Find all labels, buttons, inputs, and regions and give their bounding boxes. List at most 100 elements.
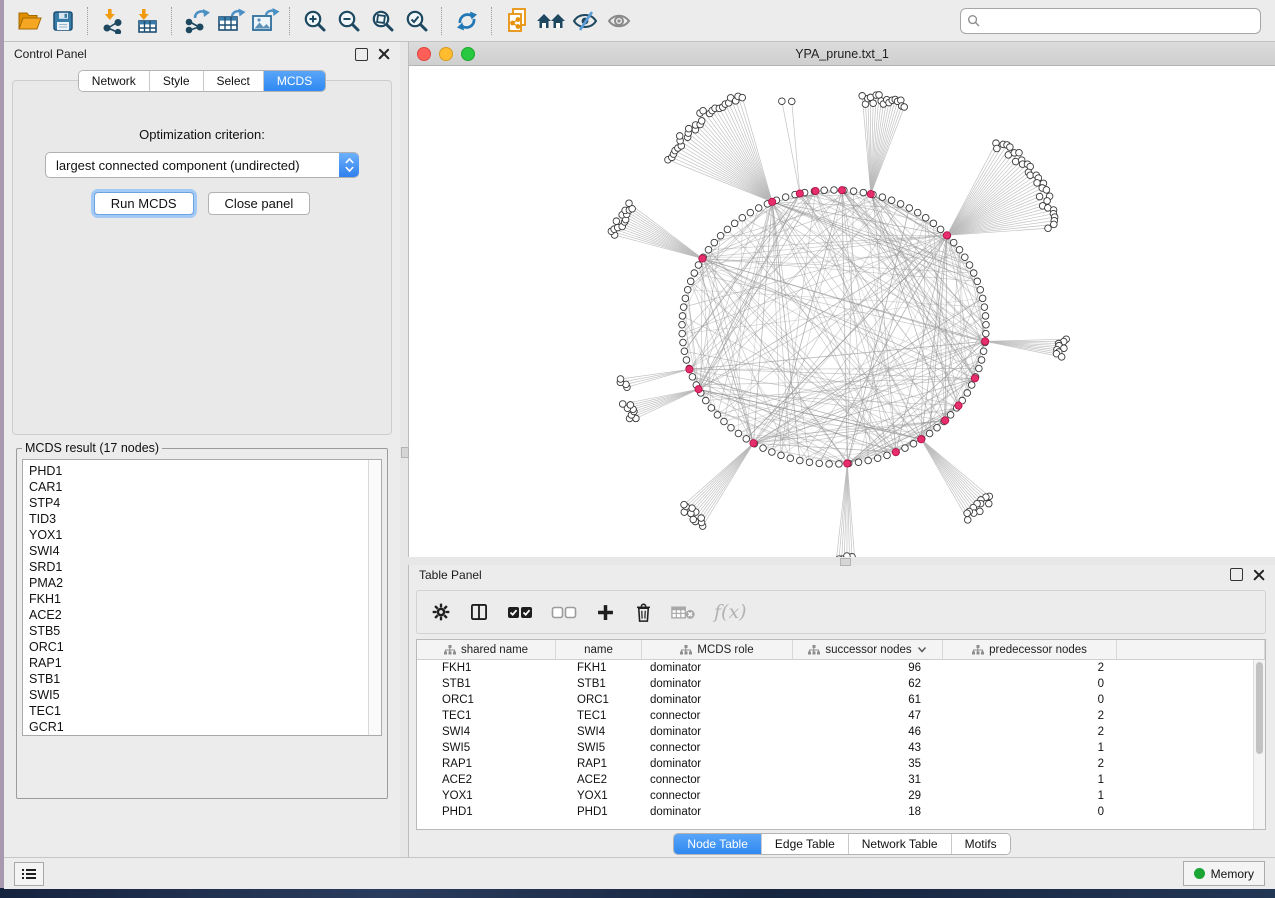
splitter-grip[interactable] [840,558,851,566]
graph-node[interactable] [728,424,735,431]
graph-node[interactable] [782,194,789,201]
mcds-result-item[interactable]: STP4 [29,495,381,511]
graph-node[interactable] [626,200,633,207]
graph-node[interactable] [683,357,690,364]
graph-node[interactable] [826,461,833,468]
graph-node[interactable] [680,304,687,311]
graph-node[interactable] [613,218,620,225]
graph-node-mcds[interactable] [892,449,899,456]
tab-edge-table[interactable]: Edge Table [762,834,849,854]
node-table[interactable]: shared namenameMCDS rolesuccessor nodesp… [416,639,1266,830]
graph-node[interactable] [743,436,750,443]
first-neighbors-icon[interactable] [534,5,568,37]
graph-node[interactable] [934,424,941,431]
graph-node[interactable] [977,286,984,293]
export-image-icon[interactable] [248,5,282,37]
graph-node[interactable] [906,205,913,212]
float-panel-icon[interactable] [355,48,368,61]
graph-node[interactable] [806,459,813,466]
graph-node[interactable] [884,452,891,459]
tab-network[interactable]: Network [79,71,150,91]
zoom-in-icon[interactable] [298,5,332,37]
export-table-icon[interactable] [214,5,248,37]
graph-node[interactable] [698,515,705,522]
graph-node[interactable] [836,461,843,468]
hide-selected-eye-slash-icon[interactable] [568,5,602,37]
graph-node[interactable] [879,194,886,201]
network-graph[interactable] [409,66,1275,557]
open-session-icon[interactable] [12,5,46,37]
close-panel-button[interactable]: Close panel [208,192,311,215]
mcds-result-item[interactable]: STB5 [29,623,381,639]
mcds-result-item[interactable]: RAP1 [29,655,381,671]
deselect-all-icon[interactable] [551,604,577,620]
graph-node-mcds[interactable] [796,190,803,197]
graph-node[interactable] [714,412,721,419]
graph-node[interactable] [1036,193,1043,200]
graph-node[interactable] [855,459,862,466]
graph-node[interactable] [679,321,686,328]
graph-node-mcds[interactable] [867,190,874,197]
graph-node[interactable] [778,452,785,459]
graph-node[interactable] [708,405,715,412]
mcds-result-item[interactable]: SWI4 [29,543,381,559]
graph-node[interactable] [978,357,985,364]
graph-node-mcds[interactable] [686,366,693,373]
graph-node[interactable] [876,92,883,99]
splitter-grip[interactable] [401,447,409,458]
table-scrollbar[interactable] [1253,660,1265,829]
network-canvas[interactable] [409,66,1275,557]
graph-node[interactable] [983,321,990,328]
graph-node-mcds[interactable] [844,460,851,467]
memory-button[interactable]: Memory [1183,861,1265,886]
graph-node[interactable] [724,226,731,233]
zoom-selected-icon[interactable] [400,5,434,37]
graph-node[interactable] [962,254,969,261]
import-network-icon[interactable] [96,5,130,37]
graph-node[interactable] [821,187,828,194]
graph-node[interactable] [874,455,881,462]
export-network-icon[interactable] [180,5,214,37]
graph-node[interactable] [689,505,696,512]
graph-node[interactable] [968,382,975,389]
graph-node[interactable] [797,457,804,464]
graph-node-mcds[interactable] [982,338,989,345]
mcds-result-item[interactable]: TID3 [29,511,381,527]
table-row[interactable]: STB1STB1dominator620 [417,676,1265,692]
column-header-successor-nodes[interactable]: successor nodes [793,640,943,659]
graph-node[interactable] [901,104,908,111]
graph-node[interactable] [956,246,963,253]
table-row[interactable]: FKH1FKH1dominator962 [417,660,1265,676]
run-mcds-button[interactable]: Run MCDS [94,192,194,215]
close-panel-icon[interactable] [378,48,390,60]
graph-node[interactable] [1051,221,1058,228]
table-row[interactable]: ORC1ORC1dominator610 [417,692,1265,708]
graph-node[interactable] [717,232,724,239]
column-header-shared-name[interactable]: shared name [417,640,556,659]
clone-network-icon[interactable] [500,5,534,37]
graph-node[interactable] [695,262,702,269]
graph-node[interactable] [687,278,694,285]
graph-node[interactable] [1034,180,1041,187]
import-table-icon[interactable] [130,5,164,37]
graph-node[interactable] [926,430,933,437]
graph-node[interactable] [685,125,692,132]
graph-node[interactable] [1045,225,1052,232]
graph-node[interactable] [910,440,917,447]
delete-columns-trash-icon[interactable] [634,602,653,623]
mcds-result-item[interactable]: PHD1 [29,463,381,479]
table-row[interactable]: TEC1TEC1connector472 [417,708,1265,724]
graph-node[interactable] [865,457,872,464]
save-session-icon[interactable] [46,5,80,37]
graph-node[interactable] [711,239,718,246]
close-panel-icon[interactable] [1253,569,1265,581]
graph-node[interactable] [769,449,776,456]
graph-node[interactable] [702,397,709,404]
mcds-result-item[interactable]: ORC1 [29,639,381,655]
table-row[interactable]: YOX1YOX1connector291 [417,788,1265,804]
mcds-result-item[interactable]: CAR1 [29,479,381,495]
graph-node[interactable] [922,214,929,221]
graph-node[interactable] [985,500,992,507]
tab-mcds[interactable]: MCDS [264,71,325,91]
refresh-icon[interactable] [450,5,484,37]
